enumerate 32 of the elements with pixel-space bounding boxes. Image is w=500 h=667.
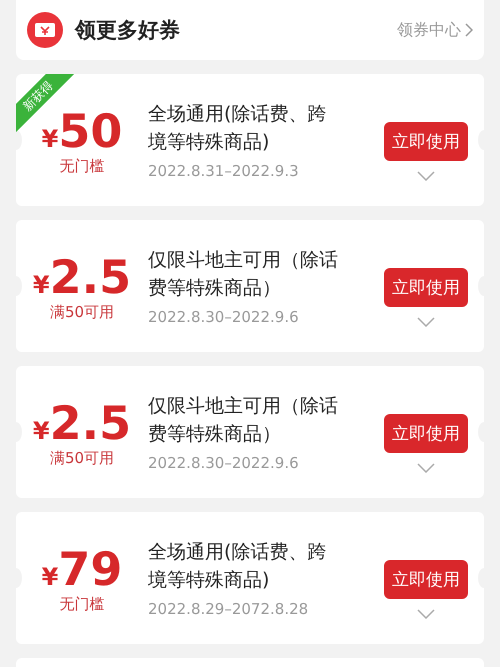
usage-condition: 无门槛 [60,156,104,176]
usage-condition: 满50可用 [50,448,114,468]
currency-symbol: ¥ [42,124,58,152]
coupon-amount: 79 [58,542,122,594]
currency-symbol: ¥ [42,562,58,590]
chevron-down-icon[interactable] [417,608,435,618]
use-now-button[interactable]: 立即使用 [384,560,468,598]
coupon-description: 全场通用(除话费、跨境等特殊商品) [148,102,328,155]
ticket-logo-icon [27,12,63,48]
usage-condition: 无门槛 [60,594,104,614]
validity-period: 2022.8.30–2022.9.6 [148,454,300,472]
chevron-right-icon [465,23,473,37]
currency-symbol: ¥ [32,270,50,298]
usage-condition: 满50可用 [50,302,114,322]
section-title: 领更多好券 [75,17,181,44]
coupon-center-link[interactable]: 领券中心 [397,20,473,40]
coupon-amount: 50 [58,104,122,156]
coupon-description: 仅限斗地主可用（除话费等特殊商品） [148,248,339,301]
chevron-down-icon[interactable] [417,316,435,326]
validity-period: 2022.8.31–2022.9.3 [148,162,300,180]
use-now-button[interactable]: 立即使用 [384,268,468,306]
validity-period: 2022.8.29–2072.8.28 [148,600,310,618]
currency-symbol: ¥ [32,416,50,444]
coupon-description: 仅限斗地主可用（除话费等特殊商品） [148,394,339,447]
chevron-down-icon[interactable] [417,170,435,180]
use-now-button[interactable]: 立即使用 [384,122,468,160]
validity-period: 2022.8.30–2022.9.6 [148,308,300,326]
coupon-amount: 2.5 [50,250,132,302]
use-now-button[interactable]: 立即使用 [384,414,468,452]
coupon-description: 全场通用(除话费、跨境等特殊商品) [148,540,328,593]
coupon-amount: 2.5 [50,396,132,448]
chevron-down-icon[interactable] [417,462,435,472]
